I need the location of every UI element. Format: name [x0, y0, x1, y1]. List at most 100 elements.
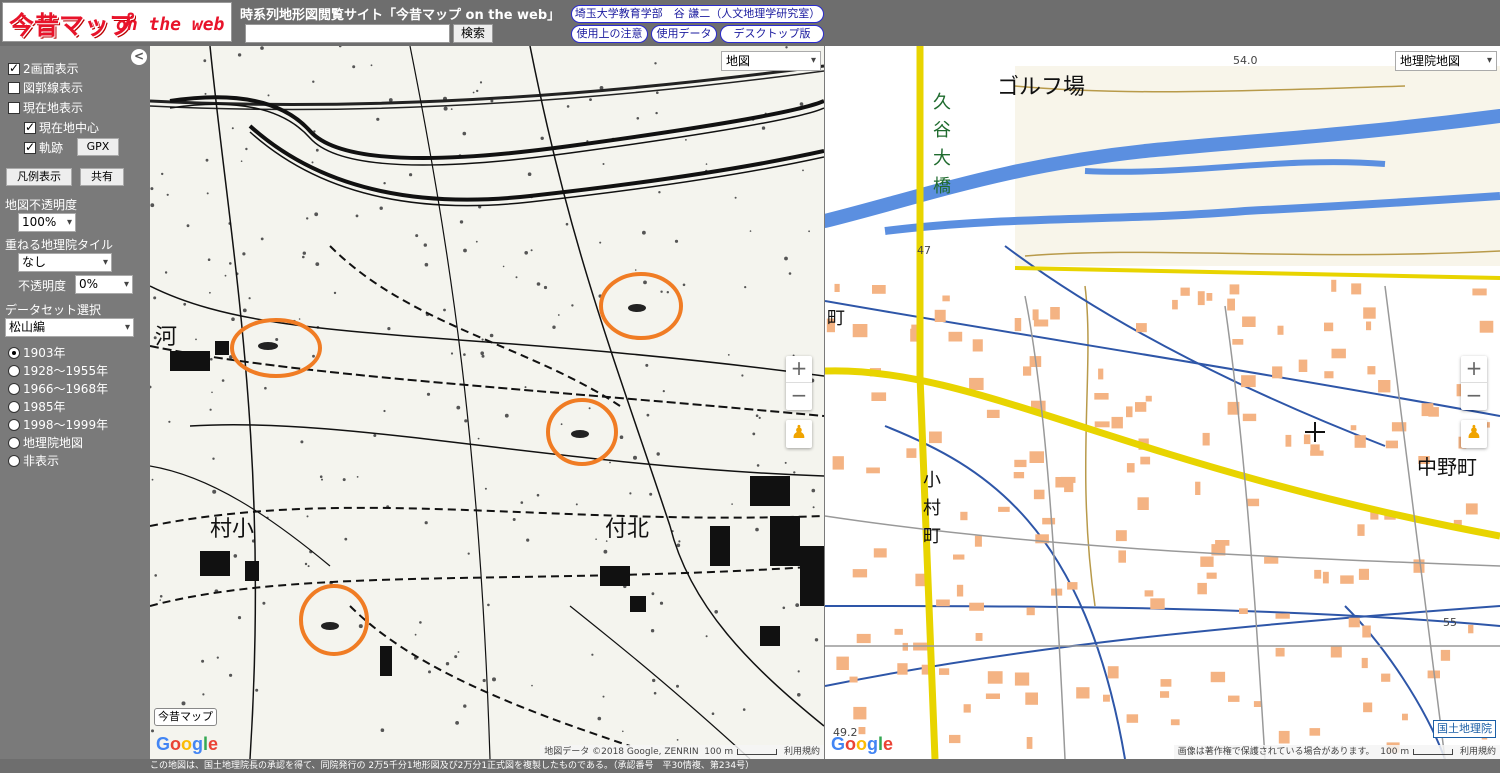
grid-lines-label: 図郭線表示 — [23, 81, 84, 95]
dual-view-label: 2画面表示 — [23, 62, 79, 76]
era-radio[interactable] — [8, 418, 20, 431]
desktop-version-button[interactable]: デスクトップ版 — [720, 25, 824, 43]
app-window: 今昔マップ on the web 時系列地形図閲覧サイト「今昔マップ on th… — [0, 0, 1500, 773]
left-zoom-control: + − — [786, 356, 812, 410]
gpx-button[interactable]: GPX — [77, 138, 119, 156]
era-option[interactable]: 非表示 — [8, 452, 59, 469]
era-option[interactable]: 1966～1968年 — [8, 380, 108, 397]
collapse-sidebar-icon[interactable]: < — [131, 49, 147, 65]
dual-view-checkbox[interactable] — [8, 61, 20, 75]
era-radio[interactable] — [8, 436, 20, 449]
left-map-type-select[interactable]: 地図 ▾ — [721, 51, 821, 71]
elevation-55: 55 — [1443, 616, 1457, 629]
track-checkbox[interactable] — [24, 140, 36, 154]
dual-view-option[interactable]: 2画面表示 — [8, 60, 79, 77]
right-scale-label: 100 m — [1380, 747, 1410, 757]
era-option[interactable]: 1903年 — [8, 344, 66, 361]
left-attribution-text: 地図データ ©2018 Google, ZENRIN — [544, 747, 699, 757]
site-logo[interactable]: 今昔マップ on the web — [2, 2, 232, 42]
era-label: 1903年 — [23, 346, 66, 360]
left-pegman-icon[interactable]: ♟ — [786, 420, 812, 448]
era-label: 1998～1999年 — [23, 418, 109, 432]
era-option[interactable]: 地理院地図 — [8, 434, 83, 451]
kawa-label: 河 — [155, 325, 177, 350]
golf-course-label: ゴルフ場 — [997, 75, 1085, 100]
opacity-select[interactable]: 100% ▾ — [18, 213, 76, 232]
chevron-down-icon: ▾ — [102, 257, 108, 268]
era-label: 非表示 — [23, 454, 60, 468]
track-label: 軌跡 — [39, 141, 64, 155]
opacity-label: 地図不透明度 — [5, 198, 78, 212]
usage-notes-button[interactable]: 使用上の注意 — [571, 25, 648, 43]
konjaku-map-button[interactable]: 今昔マップ — [154, 708, 217, 726]
nakano-town-label: 中野町 — [1417, 455, 1477, 479]
center-current-label: 現在地中心 — [39, 121, 100, 135]
logo-text-en: on the web — [116, 14, 225, 35]
grid-lines-checkbox[interactable] — [8, 81, 20, 94]
era-option[interactable]: 1985年 — [8, 398, 66, 415]
era-radio[interactable] — [8, 346, 20, 359]
overlay-opacity-select[interactable]: 0% ▾ — [75, 275, 133, 294]
track-option[interactable]: 軌跡 — [24, 139, 63, 156]
center-current-checkbox[interactable] — [24, 120, 36, 134]
left-map-type-value: 地図 — [726, 54, 751, 68]
legend-button[interactable]: 凡例表示 — [6, 168, 72, 186]
share-button[interactable]: 共有 — [80, 168, 124, 186]
left-zoom-out-button[interactable]: − — [786, 383, 812, 410]
right-pegman-icon[interactable]: ♟ — [1461, 420, 1487, 448]
era-label: 1985年 — [23, 400, 66, 414]
opacity-value: 100% — [22, 215, 57, 229]
data-sources-button[interactable]: 使用データ — [651, 25, 717, 43]
left-scale-bar — [737, 748, 778, 755]
left-scale-label: 100 m — [704, 747, 734, 757]
overlay-value: なし — [22, 255, 47, 269]
grid-lines-option[interactable]: 図郭線表示 — [8, 79, 83, 96]
right-zoom-in-button[interactable]: + — [1461, 356, 1487, 383]
right-map-type-select[interactable]: 地理院地図 ▾ — [1395, 51, 1497, 71]
era-option[interactable]: 1998～1999年 — [8, 416, 108, 433]
chevron-down-icon: ▾ — [124, 322, 130, 333]
era-radio[interactable] — [8, 382, 20, 395]
search-button[interactable]: 検索 — [453, 24, 493, 43]
right-attribution-text: 画像は著作権で保護されている場合があります。 — [1177, 747, 1375, 757]
current-location-option[interactable]: 現在地表示 — [8, 99, 83, 116]
google-logo-left: Google — [156, 734, 219, 754]
historical-map-pane[interactable]: 村小 付北 河 地図 ▾ + − ♟ 今昔マップ Google 地図データ ©2… — [150, 46, 824, 759]
overlay-select[interactable]: なし ▾ — [18, 253, 112, 272]
historical-map-canvas[interactable]: 村小 付北 河 — [150, 46, 824, 759]
overlay-label: 重ねる地理院タイル — [5, 238, 114, 252]
era-label: 地理院地図 — [23, 436, 84, 450]
chevron-down-icon: ▾ — [1486, 55, 1492, 66]
gsi-credit-link[interactable]: 国土地理院 — [1433, 720, 1496, 738]
copyright-footer: この地図は、国土地理院長の承認を得て、同院発行の 2万5千分1地形図及び2万分1… — [0, 759, 1500, 773]
chevron-down-icon: ▾ — [66, 217, 72, 228]
dataset-select[interactable]: 松山編 ▾ — [5, 318, 134, 337]
right-zoom-out-button[interactable]: − — [1461, 383, 1487, 410]
site-title: 時系列地形図閲覧サイト「今昔マップ on the web」 — [240, 8, 561, 23]
chevron-down-icon: ▾ — [810, 55, 816, 66]
header: 今昔マップ on the web 時系列地形図閲覧サイト「今昔マップ on th… — [0, 0, 1500, 46]
right-map-type-value: 地理院地図 — [1400, 54, 1461, 68]
village-label-b: 付北 — [605, 517, 649, 542]
dataset-label: データセット選択 — [5, 303, 102, 317]
left-terms-link[interactable]: 利用規約 — [784, 747, 820, 757]
era-option[interactable]: 1928～1955年 — [8, 362, 108, 379]
right-zoom-control: + − — [1461, 356, 1487, 410]
era-radio[interactable] — [8, 364, 20, 377]
search-input[interactable] — [245, 24, 450, 43]
center-current-option[interactable]: 現在地中心 — [24, 119, 99, 136]
town-label-edge: 町 — [827, 308, 845, 329]
sidebar: < 2画面表示 図郭線表示 現在地表示 現在地中心 軌跡 GPX 凡例表示 共有… — [0, 46, 150, 773]
gsi-map-canvas[interactable]: ゴルフ場 久谷大橋 小村町 中野町 町 54.0 47 55 49.2 — [825, 46, 1500, 759]
left-zoom-in-button[interactable]: + — [786, 356, 812, 383]
omura-town-label: 小村町 — [923, 470, 941, 547]
google-logo-right: Google — [831, 734, 894, 754]
affiliation-link[interactable]: 埼玉大学教育学部 谷 謙二（人文地理学研究室） — [571, 5, 824, 23]
era-radio[interactable] — [8, 400, 20, 413]
era-radio[interactable] — [8, 454, 20, 467]
right-terms-link[interactable]: 利用規約 — [1460, 747, 1496, 757]
gsi-map-pane[interactable]: ゴルフ場 久谷大橋 小村町 中野町 町 54.0 47 55 49.2 地理院地… — [825, 46, 1500, 759]
current-location-checkbox[interactable] — [8, 101, 20, 114]
era-label: 1928～1955年 — [23, 364, 109, 378]
overlay-opacity-value: 0% — [79, 277, 99, 291]
